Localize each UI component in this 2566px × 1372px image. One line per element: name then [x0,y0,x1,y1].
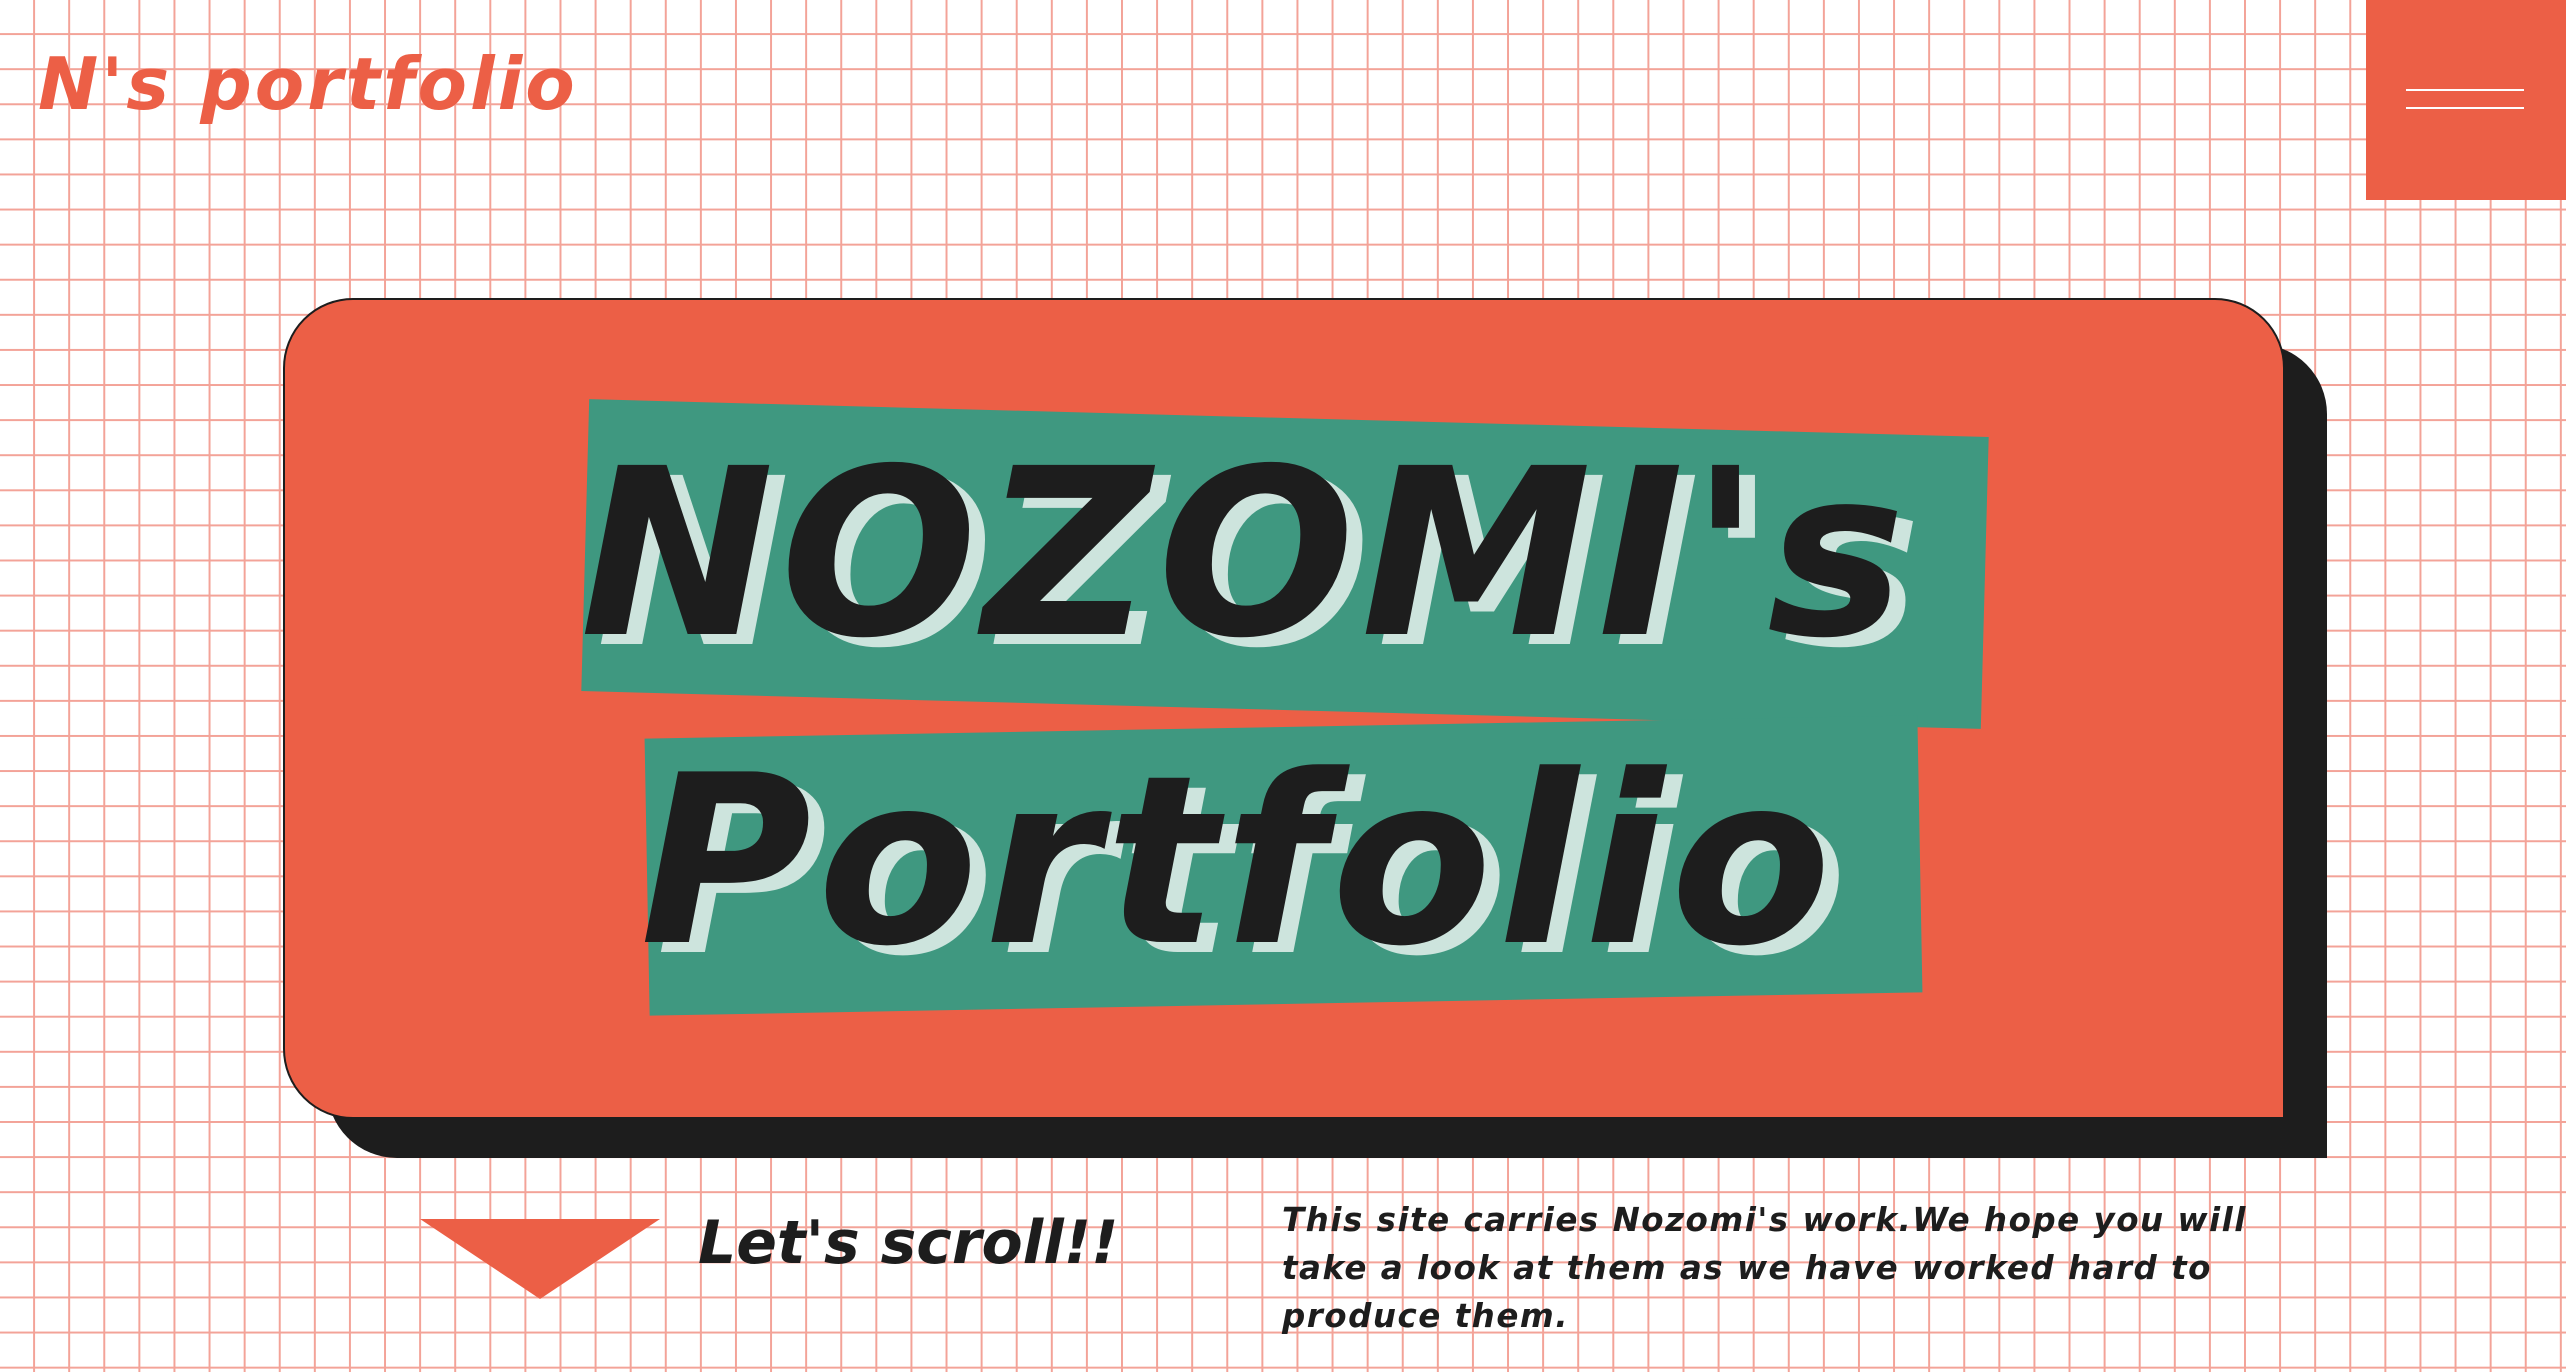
triangle-down-icon[interactable] [420,1219,660,1299]
hero-title-line-1: NOZOMI's [580,419,1912,689]
hamburger-menu-icon [2406,89,2524,91]
menu-button[interactable] [2366,0,2566,200]
scroll-prompt[interactable]: Let's scroll!! [698,1210,1119,1276]
site-logo[interactable]: N's portfolio [38,48,578,120]
hero-title-line-2: Portfolio [640,726,1838,998]
site-description: This site carries Nozomi's work.We hope … [1282,1201,2247,1335]
hamburger-menu-icon-line [2406,107,2524,109]
